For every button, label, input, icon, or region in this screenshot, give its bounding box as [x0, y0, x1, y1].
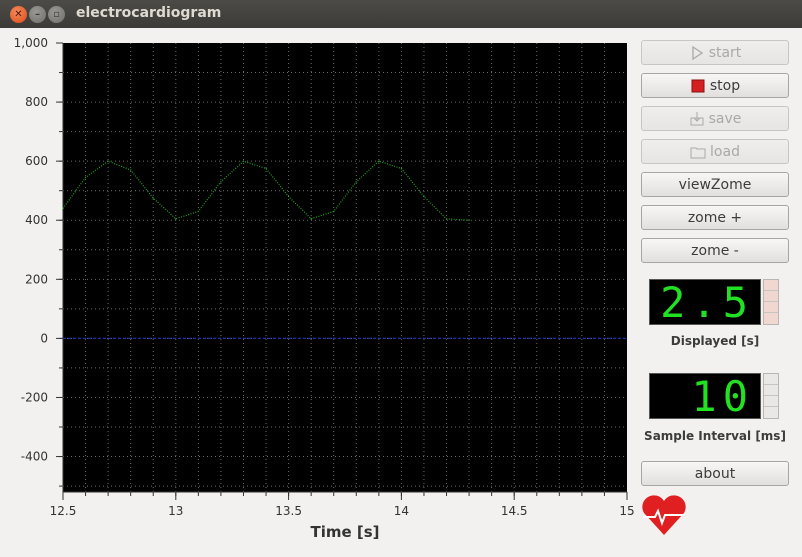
zoom-out-button-label: zome - — [691, 242, 739, 259]
ecg-signal-point — [355, 181, 357, 183]
ecg-signal-point — [197, 210, 199, 212]
load-button[interactable]: load — [641, 139, 789, 164]
close-window-button[interactable]: ✕ — [10, 6, 27, 23]
ecg-signal-point — [242, 160, 245, 162]
app-window: ✕ – ▫ electrocardiogram 1,000 800 600 400 20… — [0, 0, 802, 553]
start-button[interactable]: start — [641, 40, 789, 65]
window-title: electrocardiogram — [76, 5, 222, 21]
y-tick-label: -400 — [21, 450, 48, 464]
sample-interval-spinner[interactable] — [763, 373, 779, 419]
save-button-label: save — [708, 110, 742, 127]
heart-icon — [642, 495, 686, 535]
y-tick-label: -200 — [21, 390, 48, 404]
displayed-value: 2.5 — [660, 278, 754, 327]
ecg-signal-point — [130, 169, 132, 171]
sample-interval-label: Sample Interval [ms] — [644, 429, 786, 443]
load-button-label: load — [710, 143, 740, 160]
ecg-signal-point — [288, 196, 290, 198]
y-tick-label: 1,000 — [14, 36, 48, 50]
start-button-label: start — [708, 44, 742, 61]
ecg-signal-point — [265, 167, 267, 170]
displayed-lcd: 2.5 — [649, 278, 761, 327]
zoom-in-button-label: zome + — [687, 209, 743, 226]
x-tick-label: 13.5 — [275, 504, 302, 518]
ecg-signal-point — [310, 218, 312, 220]
x-tick-label: 14 — [394, 504, 409, 518]
y-tick-label: 600 — [25, 154, 48, 168]
ecg-plot: 1,000 800 600 400 200 0 -200 -400 12.5 13 13.5 14 1… — [0, 28, 686, 553]
folder-icon — [690, 147, 706, 158]
x-tick-label: 13 — [168, 504, 183, 518]
minimize-window-button[interactable]: – — [29, 6, 46, 23]
stop-button-label: stop — [709, 77, 741, 94]
y-tick-label: 400 — [25, 213, 48, 227]
save-button[interactable]: save — [641, 106, 789, 131]
stop-button[interactable]: stop — [641, 73, 789, 98]
y-tick-label: 800 — [25, 95, 48, 109]
zoom-out-button[interactable]: zome - — [641, 238, 789, 263]
play-icon — [692, 45, 703, 60]
ecg-signal-point — [378, 160, 380, 162]
ecg-signal-point — [175, 218, 177, 220]
ecg-signal-point — [84, 176, 87, 179]
ecg-signal-point — [445, 218, 448, 220]
title-bar: ✕ – ▫ electrocardiogram — [0, 0, 802, 28]
sample-interval-lcd: 10 — [649, 372, 761, 421]
ecg-signal-point — [400, 167, 402, 170]
y-axis-ticks: 1,000 800 600 400 200 0 -200 -400 — [14, 36, 64, 492]
displayed-spinner[interactable] — [763, 279, 779, 325]
x-tick-label: 14.5 — [501, 504, 528, 518]
ecg-chart: 1,0008006004002000-200-400 12.5 13 13.5 14 1… — [14, 36, 635, 541]
ecg-signal-point — [468, 219, 470, 221]
about-button[interactable]: about — [641, 461, 789, 486]
displayed-label: Displayed [s] — [670, 334, 760, 348]
ecg-signal-point — [62, 207, 64, 210]
ecg-signal-point — [107, 160, 109, 162]
sample-interval-value: 10 — [691, 372, 754, 421]
view-zome-button-label: viewZome — [678, 176, 752, 193]
stop-icon — [691, 79, 705, 92]
y-tick-label: 0 — [40, 331, 48, 345]
zoom-in-button[interactable]: zome + — [641, 205, 789, 230]
ecg-signal-point — [423, 196, 425, 198]
y-tick-label: 200 — [25, 272, 48, 286]
maximize-window-button[interactable]: ▫ — [48, 6, 65, 23]
x-axis-label: Time [s] — [310, 523, 379, 541]
x-axis-ticks: 12.5 13 13.5 14 14.5 15 — [50, 491, 635, 518]
x-tick-label: 12.5 — [50, 504, 77, 518]
ecg-signal-point — [152, 197, 154, 199]
save-icon — [690, 111, 704, 125]
view-zome-button[interactable]: viewZome — [641, 172, 789, 197]
ecg-signal-point — [333, 210, 335, 212]
plot-background — [63, 43, 627, 492]
x-tick-label: 15 — [619, 504, 634, 518]
about-button-label: about — [694, 465, 736, 482]
ecg-signal-point — [220, 181, 222, 183]
